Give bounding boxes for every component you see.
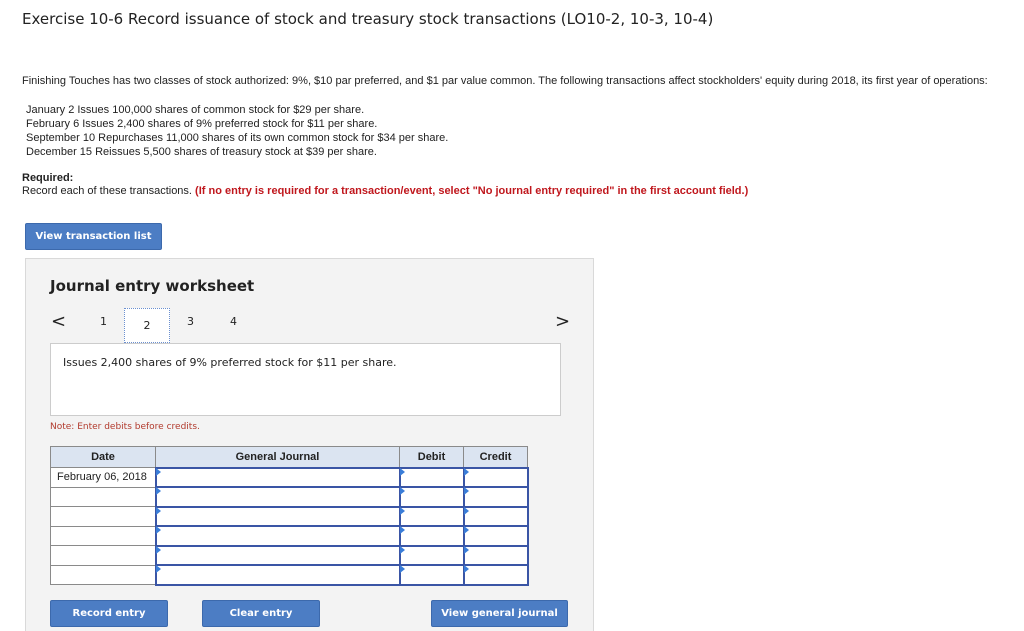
credit-input[interactable] <box>462 486 529 508</box>
worksheet-page-3[interactable]: 3 <box>187 315 194 328</box>
transaction-item: September 10 Repurchases 11,000 shares o… <box>26 132 449 144</box>
date-cell <box>50 486 156 507</box>
exercise-title: Exercise 10-6 Record issuance of stock a… <box>22 10 714 28</box>
transaction-item: January 2 Issues 100,000 shares of commo… <box>26 104 365 116</box>
credit-input[interactable] <box>462 525 529 547</box>
worksheet-page-2-active[interactable]: 2 <box>124 308 170 343</box>
required-text: Record each of these transactions. (If n… <box>22 185 748 197</box>
account-input[interactable] <box>154 544 401 566</box>
date-cell <box>50 506 156 527</box>
table-row <box>50 525 529 547</box>
date-cell <box>50 564 156 585</box>
next-page-arrow-icon[interactable]: > <box>555 311 570 332</box>
date-cell <box>50 545 156 566</box>
transaction-list: January 2 Issues 100,000 shares of commo… <box>26 103 448 159</box>
clear-entry-button[interactable]: Clear entry <box>202 600 320 627</box>
problem-intro: Finishing Touches has two classes of sto… <box>22 75 988 87</box>
worksheet-title: Journal entry worksheet <box>50 277 255 295</box>
table-row <box>50 505 529 527</box>
worksheet-page-1[interactable]: 1 <box>100 315 107 328</box>
date-cell <box>50 525 156 546</box>
debit-input[interactable] <box>398 466 465 488</box>
credit-input[interactable] <box>462 466 529 488</box>
credit-input[interactable] <box>462 505 529 527</box>
account-input[interactable] <box>154 466 401 488</box>
debit-input[interactable] <box>398 525 465 547</box>
account-input[interactable] <box>154 505 401 527</box>
table-row <box>50 564 529 586</box>
required-heading: Required: <box>22 172 74 184</box>
general-journal-column-header: General Journal <box>155 446 400 468</box>
table-row <box>50 486 529 508</box>
debit-column-header: Debit <box>399 446 464 468</box>
account-input[interactable] <box>154 486 401 508</box>
view-transaction-list-button[interactable]: View transaction list <box>25 223 162 250</box>
credit-column-header: Credit <box>463 446 528 468</box>
date-cell: February 06, 2018 <box>50 467 156 488</box>
journal-table: Date General Journal Debit Credit Februa… <box>50 446 529 586</box>
debit-input[interactable] <box>398 544 465 566</box>
table-row: February 06, 2018 <box>50 466 529 488</box>
debit-input[interactable] <box>398 505 465 527</box>
required-instruction-note: (If no entry is required for a transacti… <box>195 185 749 197</box>
date-column-header: Date <box>50 446 156 468</box>
credit-input[interactable] <box>462 544 529 566</box>
debit-input[interactable] <box>398 486 465 508</box>
journal-entry-worksheet-panel: Journal entry worksheet < 1 2 3 4 > Issu… <box>25 258 594 631</box>
account-input[interactable] <box>154 564 401 586</box>
worksheet-page-4[interactable]: 4 <box>230 315 237 328</box>
credit-input[interactable] <box>462 564 529 586</box>
table-row <box>50 544 529 566</box>
debits-before-credits-note: Note: Enter debits before credits. <box>50 422 200 432</box>
account-input[interactable] <box>154 525 401 547</box>
transaction-item: February 6 Issues 2,400 shares of 9% pre… <box>26 118 378 130</box>
debit-input[interactable] <box>398 564 465 586</box>
record-entry-button[interactable]: Record entry <box>50 600 168 627</box>
transaction-description: Issues 2,400 shares of 9% preferred stoc… <box>50 343 561 416</box>
view-general-journal-button[interactable]: View general journal <box>431 600 568 627</box>
previous-page-arrow-icon[interactable]: < <box>51 311 66 332</box>
required-instruction-text: Record each of these transactions. <box>22 185 192 197</box>
transaction-item: December 15 Reissues 5,500 shares of tre… <box>26 146 377 158</box>
